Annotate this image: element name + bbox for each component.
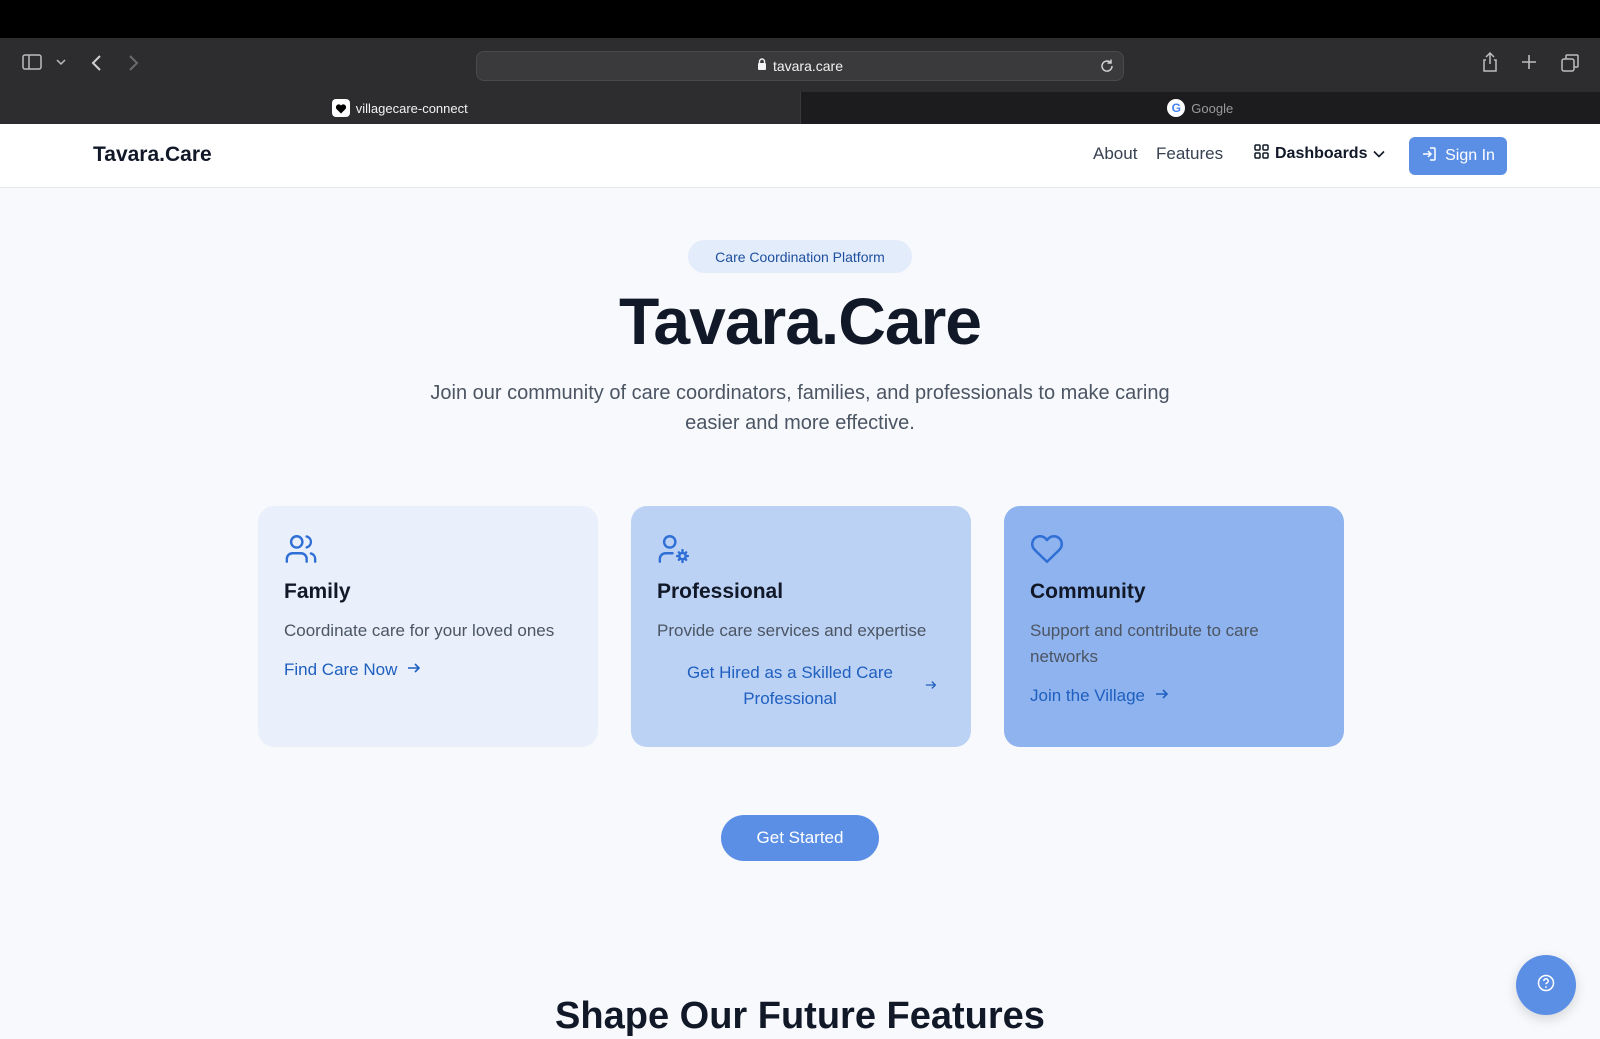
nav-features[interactable]: Features [1156,144,1223,164]
nav-about[interactable]: About [1093,144,1137,164]
help-circle-icon [1537,974,1555,997]
google-icon: G [1167,99,1186,117]
login-icon [1421,146,1437,167]
tab-overview-icon[interactable] [1561,54,1579,72]
dashboards-dropdown[interactable]: Dashboards [1254,144,1386,164]
grid-icon [1254,144,1269,164]
card-title: Community [1030,580,1146,603]
get-started-button[interactable]: Get Started [721,815,879,861]
chevron-down-icon[interactable] [56,58,66,66]
tab-google[interactable]: G Google [799,92,1600,124]
back-icon[interactable] [90,54,102,72]
dashboards-label: Dashboards [1275,145,1368,162]
find-care-link[interactable]: Find Care Now [284,660,572,680]
cta-label: Join the Village [1030,686,1145,705]
browser-toolbar: tavara.care [0,38,1600,92]
sign-in-button[interactable]: Sign In [1409,137,1507,175]
url-text: tavara.care [772,58,844,74]
arrow-right-icon [925,673,937,699]
site-header: Tavara.Care About Features Dashboards Si… [0,124,1600,188]
cta-label: Find Care Now [284,660,398,679]
join-village-link[interactable]: Join the Village [1030,686,1318,706]
hero-title: Tavara.Care [618,284,982,358]
card-title: Professional [657,580,784,603]
family-card: Family Coordinate care for your loved on… [258,506,598,747]
hero-subtitle: Join our community of care coordinators,… [430,382,1170,434]
brand-logo[interactable]: Tavara.Care [93,143,212,167]
chevron-down-icon [1373,145,1386,163]
tab-label: villagecare-connect [355,100,468,116]
browser-tab-bar: villagecare-connect G Google [0,92,1600,124]
tab-villagecare[interactable]: villagecare-connect [0,92,800,124]
forward-icon[interactable] [128,54,140,72]
heart-favicon-icon [331,99,350,117]
arrow-right-icon [407,660,421,680]
get-hired-link[interactable]: Get Hired as a Skilled Care Professional [657,660,945,712]
help-button[interactable] [1516,955,1576,1015]
card-description: Coordinate care for your loved ones [284,621,555,640]
users-icon [284,532,318,566]
new-tab-icon[interactable] [1521,54,1537,70]
lock-icon [757,58,767,74]
tab-label: Google [1191,100,1234,116]
reload-icon[interactable] [1099,58,1115,77]
sidebar-toggle-icon[interactable] [22,54,42,70]
system-menu-bar [0,0,1600,38]
community-card: Community Support and contribute to care… [1004,506,1344,747]
card-title: Family [284,580,351,603]
section-title: Shape Our Future Features [555,995,1045,1037]
card-description: Support and contribute to care networks [1030,621,1259,666]
platform-badge: Care Coordination Platform [688,240,912,273]
sign-in-label: Sign In [1445,147,1495,164]
user-gear-icon [657,532,691,566]
arrow-right-icon [1155,686,1169,706]
professional-card: Professional Provide care services and e… [631,506,971,747]
address-bar[interactable]: tavara.care [476,51,1124,81]
cta-label: Get Hired as a Skilled Care Professional [687,663,893,708]
share-icon[interactable] [1482,52,1498,72]
card-description: Provide care services and expertise [657,621,927,640]
heart-icon [1030,532,1064,566]
